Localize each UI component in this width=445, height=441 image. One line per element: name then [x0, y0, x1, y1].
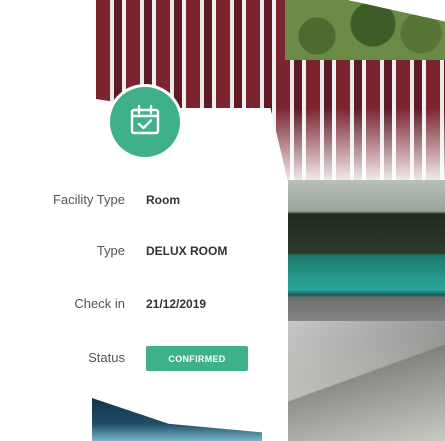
check-in-value: 21/12/2019: [146, 297, 207, 311]
type-label: Type: [96, 243, 125, 258]
calendar-check-icon: [128, 103, 162, 142]
status-confirmed-badge[interactable]: CONFIRMED: [146, 346, 248, 371]
hotel-photo-bottom: [92, 398, 262, 441]
check-in-label: Check in: [74, 296, 125, 311]
trees-decoration: [285, 0, 445, 60]
type-value: DELUX ROOM: [146, 244, 228, 258]
facility-type-label: Facility Type: [52, 192, 125, 207]
facility-type-value: Room: [146, 193, 180, 207]
hotel-pool-photo: [288, 180, 445, 441]
status-label: Status: [88, 350, 125, 365]
calendar-badge: [110, 87, 180, 157]
